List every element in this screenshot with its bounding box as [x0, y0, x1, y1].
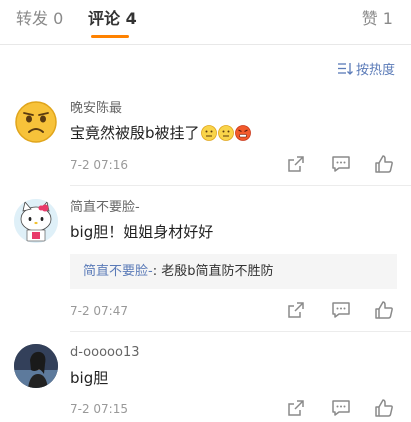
- comment-username[interactable]: d-ooooo13: [70, 344, 140, 362]
- awkward-emoji-icon: [217, 125, 234, 141]
- sad-face-avatar-icon: [15, 101, 57, 143]
- comment-username[interactable]: 晚安陈最: [70, 100, 122, 118]
- reply-text: : 老殷b简直防不胜防: [152, 264, 274, 279]
- comment-item: 简直不要脸- big胆！姐姐身材好好 简直不要脸-: 老殷b简直防不胜防 7-2…: [0, 197, 411, 332]
- reply-comment-icon[interactable]: [331, 154, 351, 174]
- comment-username[interactable]: 简直不要脸-: [70, 199, 140, 217]
- comment-time: 7-2 07:16: [70, 158, 128, 172]
- comment-text-row: big胆！姐姐身材好好: [70, 221, 213, 243]
- hello-kitty-avatar-icon: [14, 199, 58, 243]
- comment-text-row: 宝竟然被殷b被挂了: [70, 122, 251, 144]
- comment-time: 7-2 07:47: [70, 304, 128, 318]
- share-icon[interactable]: [286, 154, 306, 174]
- comment-item: 晚安陈最 宝竟然被殷b被挂了 7-2 07:16: [0, 98, 411, 186]
- comment-time: 7-2 07:15: [70, 402, 128, 416]
- like-icon[interactable]: [374, 398, 394, 418]
- sort-icon: [337, 63, 353, 75]
- tab-comment[interactable]: 评论 4: [88, 8, 137, 30]
- reply-comment-icon[interactable]: [331, 300, 351, 320]
- comment-text: 宝竟然被殷b被挂了: [70, 124, 200, 142]
- angry-emoji-icon: [234, 125, 251, 141]
- like-icon[interactable]: [374, 154, 394, 174]
- comment-tabs: 转发 0 评论 4 赞 1: [0, 0, 411, 45]
- tab-repost[interactable]: 转发 0: [16, 8, 63, 30]
- sort-by-hot-button[interactable]: 按热度: [337, 59, 395, 78]
- comment-text: big胆: [70, 369, 109, 387]
- sort-label: 按热度: [355, 63, 395, 78]
- awkward-emoji-icon: [200, 125, 217, 141]
- comment-text-row: big胆: [70, 367, 108, 389]
- share-icon[interactable]: [286, 398, 306, 418]
- like-icon[interactable]: [374, 300, 394, 320]
- share-icon[interactable]: [286, 300, 306, 320]
- reply-comment-icon[interactable]: [331, 398, 351, 418]
- portrait-avatar-icon: [14, 344, 58, 388]
- avatar[interactable]: [14, 344, 58, 388]
- comment-text: big胆！姐姐身材好好: [70, 223, 214, 241]
- reply-preview[interactable]: 简直不要脸-: 老殷b简直防不胜防: [70, 254, 397, 289]
- avatar[interactable]: [14, 199, 58, 243]
- avatar[interactable]: [14, 100, 58, 144]
- comment-item: d-ooooo13 big胆 7-2 07:15: [0, 343, 411, 422]
- reply-username[interactable]: 简直不要脸-: [83, 264, 153, 279]
- active-tab-indicator: [91, 35, 129, 38]
- divider: [70, 185, 411, 186]
- tab-like[interactable]: 赞 1: [362, 8, 393, 30]
- divider: [70, 331, 411, 332]
